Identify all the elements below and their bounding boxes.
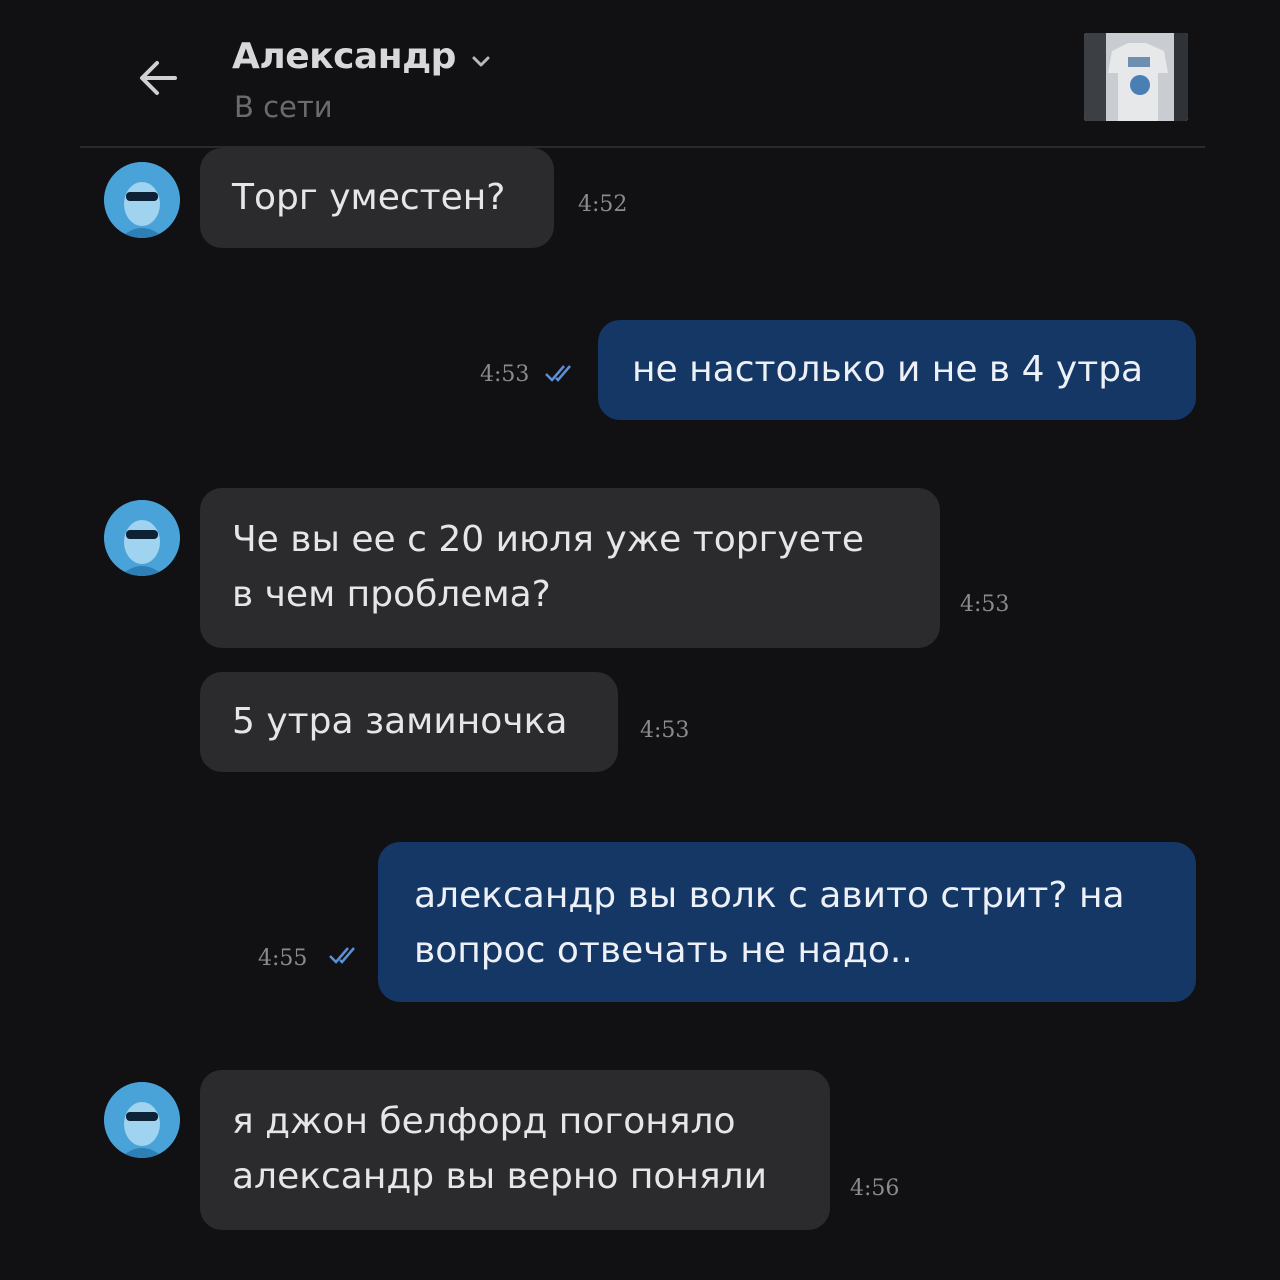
message-time: 4:53 — [960, 592, 1010, 617]
message-text: Че вы ее с 20 июля уже торгуете в чем пр… — [232, 519, 865, 615]
contact-name[interactable]: Александр — [232, 36, 456, 77]
double-check-icon — [545, 365, 571, 382]
listing-photo-image — [1084, 33, 1188, 121]
sender-avatar[interactable] — [104, 500, 180, 576]
listing-thumbnail[interactable] — [1084, 33, 1188, 121]
avatar-image — [104, 1082, 180, 1158]
avatar-image — [104, 162, 180, 238]
back-button[interactable] — [128, 48, 188, 108]
chat-header: Александр В сети — [0, 0, 1280, 150]
message-text: александр вы волк с авито стрит? на вопр… — [414, 875, 1125, 971]
sender-avatar[interactable] — [104, 1082, 180, 1158]
chevron-down-icon[interactable] — [470, 50, 492, 72]
message-time: 4:53 — [480, 362, 530, 387]
message-time: 4:56 — [850, 1176, 900, 1201]
chat-screen: Александр В сети Торг уместен? 4:52 4:53… — [0, 0, 1280, 1280]
message-text: Торг уместен? — [232, 177, 506, 218]
message-bubble-incoming[interactable]: Торг уместен? — [200, 148, 554, 248]
avatar-image — [104, 500, 180, 576]
double-check-icon — [329, 947, 355, 964]
message-time: 4:52 — [578, 192, 628, 217]
message-bubble-incoming[interactable]: 5 утра заминочка — [200, 672, 618, 772]
message-bubble-outgoing[interactable]: не настолько и не в 4 утра — [598, 320, 1196, 420]
message-text: не настолько и не в 4 утра — [632, 349, 1144, 390]
message-bubble-incoming[interactable]: Че вы ее с 20 июля уже торгуете в чем пр… — [200, 488, 940, 648]
message-bubble-incoming[interactable]: я джон белфорд погоняло александр вы вер… — [200, 1070, 830, 1230]
contact-status: В сети — [234, 90, 333, 124]
message-time: 4:53 — [640, 718, 690, 743]
arrow-left-icon — [140, 61, 177, 95]
message-time: 4:55 — [258, 946, 308, 971]
message-text: я джон белфорд погоняло александр вы вер… — [232, 1101, 768, 1197]
message-bubble-outgoing[interactable]: александр вы волк с авито стрит? на вопр… — [378, 842, 1196, 1002]
message-text: 5 утра заминочка — [232, 701, 568, 742]
sender-avatar[interactable] — [104, 162, 180, 238]
